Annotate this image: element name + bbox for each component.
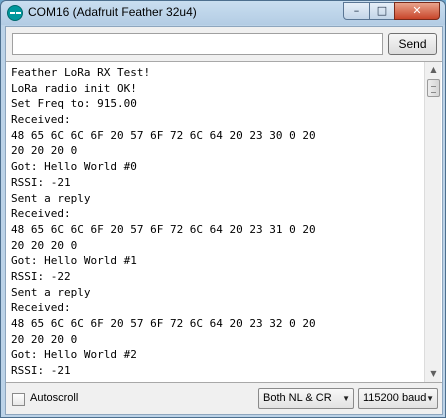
output-line: Got: Hello World #0 [11, 160, 137, 174]
output-line: 20 20 20 0 [11, 238, 78, 252]
output-line: Received: [11, 207, 71, 221]
chevron-down-icon: ▼ [342, 394, 350, 403]
vertical-scrollbar[interactable]: ▲ ▼ [424, 62, 441, 382]
serial-monitor-window: COM16 (Adafruit Feather 32u4) – □ ✕ Send… [0, 0, 446, 418]
serial-output[interactable]: Feather LoRa RX Test! LoRa radio init OK!… [6, 61, 442, 383]
autoscroll-checkbox[interactable] [12, 393, 25, 406]
footer-bar: Autoscroll Both NL & CR ▼ 115200 baud ▼ [6, 384, 442, 414]
output-line: LoRa radio init OK! [11, 81, 137, 95]
close-button[interactable]: ✕ [394, 2, 440, 20]
chevron-down-icon: ▼ [426, 394, 434, 403]
output-line: RSSI: -21 [11, 175, 71, 189]
output-line: Set Freq to: 915.00 [11, 97, 137, 111]
output-line: 20 20 20 0 [11, 144, 78, 158]
output-line: Feather LoRa RX Test! [11, 66, 151, 79]
minimize-button[interactable]: – [343, 2, 370, 20]
line-ending-value: Both NL & CR [263, 392, 332, 404]
output-line: Sent a reply [11, 285, 91, 299]
output-line: 48 65 6C 6C 6F 20 57 6F 72 6C 64 20 23 3… [11, 222, 316, 236]
scroll-thumb[interactable] [427, 79, 440, 97]
output-line: Got: Hello World #1 [11, 254, 137, 268]
output-line: 48 65 6C 6C 6F 20 57 6F 72 6C 64 20 23 3… [11, 317, 316, 330]
baud-rate-value: 115200 baud [363, 392, 427, 404]
output-lines: Feather LoRa RX Test! LoRa radio init OK!… [11, 65, 421, 382]
send-input[interactable] [12, 33, 383, 55]
output-line: RSSI: -22 [11, 269, 71, 283]
output-line: 20 20 20 0 [11, 332, 78, 346]
autoscroll-label: Autoscroll [30, 392, 79, 404]
scroll-up-icon[interactable]: ▲ [425, 62, 442, 78]
maximize-button[interactable]: □ [369, 2, 395, 20]
send-row: Send [6, 27, 442, 61]
output-line: Received: [11, 113, 71, 127]
output-line: Sent a reply [11, 191, 91, 205]
line-ending-select[interactable]: Both NL & CR ▼ [258, 388, 354, 409]
arduino-icon [7, 5, 23, 21]
output-line: RSSI: -21 [11, 364, 71, 378]
output-line: 48 65 6C 6C 6F 20 57 6F 72 6C 64 20 23 3… [11, 128, 316, 142]
client-area: Send Feather LoRa RX Test! LoRa radio ini… [5, 26, 443, 415]
baud-rate-select[interactable]: 115200 baud ▼ [358, 388, 438, 409]
output-line: Got: Hello World #2 [11, 348, 137, 362]
title-bar[interactable]: COM16 (Adafruit Feather 32u4) – □ ✕ [1, 1, 445, 25]
output-line: Sent a reply [11, 379, 421, 382]
scroll-down-icon[interactable]: ▼ [425, 366, 442, 382]
window-title: COM16 (Adafruit Feather 32u4) [28, 5, 197, 19]
send-button[interactable]: Send [388, 33, 437, 55]
output-line: Received: [11, 301, 71, 315]
